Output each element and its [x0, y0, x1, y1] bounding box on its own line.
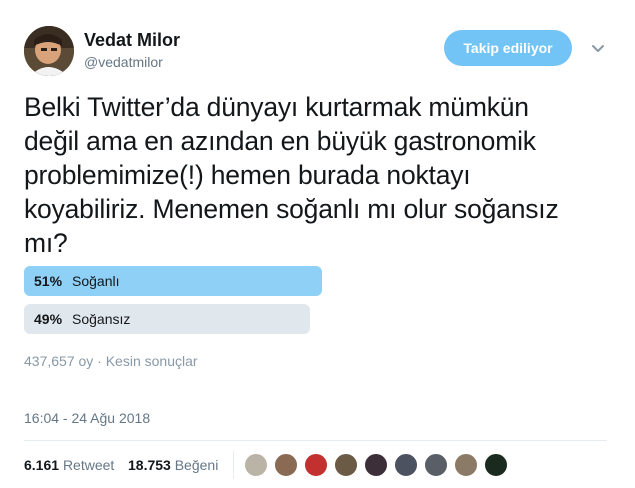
- liker-avatar[interactable]: [424, 453, 448, 477]
- poll-choice-text: Soğanlı: [72, 273, 120, 289]
- liker-avatar[interactable]: [484, 453, 508, 477]
- poll-option-sogdanli: 51% Soğanlı: [24, 266, 324, 296]
- like-count: 18.753: [128, 457, 171, 473]
- poll-choice-text: Soğansız: [72, 311, 131, 327]
- display-name[interactable]: Vedat Milor: [84, 30, 180, 51]
- user-handle[interactable]: @vedatmilor: [84, 54, 163, 70]
- like-label: Beğeni: [174, 457, 219, 473]
- liker-avatar[interactable]: [304, 453, 328, 477]
- liker-avatar[interactable]: [244, 453, 268, 477]
- poll-percent: 51%: [34, 273, 63, 289]
- divider: [24, 440, 607, 441]
- tweet-text-line: Belki Twitter’da dünyayı kurtarmak mümkü…: [24, 92, 529, 122]
- liker-avatar[interactable]: [274, 453, 298, 477]
- tweet-header: Vedat Milor @vedatmilor Takip ediliyor: [24, 26, 614, 78]
- tweet-text: Belki Twitter’da dünyayı kurtarmak mümkü…: [24, 90, 614, 260]
- liker-avatar[interactable]: [364, 453, 388, 477]
- poll-option-sogansiz: 49% Soğansız: [24, 304, 324, 334]
- poll-option-label: 49% Soğansız: [34, 311, 130, 327]
- retweet-label: Retweet: [62, 457, 115, 473]
- tweet-text-line: problemimize(!) hemen burada noktayı: [24, 160, 471, 190]
- tweet-text-line: mı?: [24, 228, 68, 258]
- retweet-count: 6.161: [24, 457, 60, 473]
- avatar-photo: [24, 26, 74, 76]
- poll-option-label: 51% Soğanlı: [34, 273, 119, 289]
- liker-avatar[interactable]: [334, 453, 358, 477]
- avatar[interactable]: [24, 26, 74, 76]
- like-stat[interactable]: 18.753 Beğeni: [128, 457, 218, 473]
- poll: 51% Soğanlı 49% Soğansız: [24, 266, 324, 342]
- poll-percent: 49%: [34, 311, 63, 327]
- stats-divider: [233, 451, 234, 479]
- chevron-down-icon[interactable]: [590, 40, 606, 56]
- tweet-text-line: koyabiliriz. Menemen soğanlı mı olur soğ…: [24, 194, 559, 224]
- retweet-stat[interactable]: 6.161 Retweet: [24, 457, 114, 473]
- tweet-stats: 6.161 Retweet 18.753 Beğeni: [24, 451, 607, 479]
- tweet-text-line: değil ama en azından en büyük gastronomi…: [24, 126, 536, 156]
- poll-meta: 437,657 oy · Kesin sonuçlar: [24, 353, 198, 369]
- tweet-timestamp[interactable]: 16:04 - 24 Ağu 2018: [24, 410, 150, 426]
- liker-avatar[interactable]: [394, 453, 418, 477]
- follow-button[interactable]: Takip ediliyor: [444, 30, 572, 66]
- liker-avatar[interactable]: [454, 453, 478, 477]
